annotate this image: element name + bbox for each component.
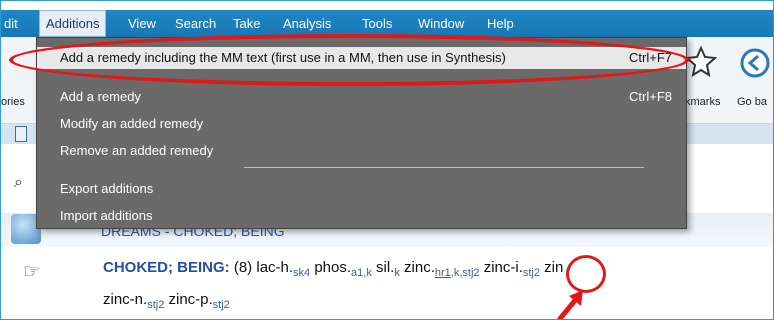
menubar: dit Additions View Search Take Analysis … bbox=[1, 10, 773, 37]
remedy-zinc-n[interactable]: zinc-n.stj2 bbox=[103, 291, 164, 311]
menu-analysis[interactable]: Analysis bbox=[277, 10, 337, 37]
menu-separator bbox=[244, 167, 644, 168]
menu-help[interactable]: Help bbox=[481, 10, 520, 37]
pointing-hand-icon[interactable]: ☞ bbox=[23, 259, 41, 284]
document-icon[interactable] bbox=[15, 126, 27, 142]
remedy-zin-partial[interactable]: zin bbox=[544, 259, 563, 276]
go-back-label[interactable]: Go ba bbox=[737, 96, 767, 108]
menu-tools[interactable]: Tools bbox=[356, 10, 398, 37]
menu-import-additions[interactable]: Import additions bbox=[37, 205, 686, 227]
bookmark-star-icon[interactable] bbox=[685, 45, 717, 77]
menu-edit[interactable]: dit bbox=[1, 10, 24, 37]
remedy-zinc-p[interactable]: zinc-p.stj2 bbox=[168, 291, 229, 311]
toolbar-partial-label[interactable]: ories bbox=[1, 96, 25, 108]
menu-export-additions[interactable]: Export additions bbox=[37, 178, 686, 200]
bookmarks-label[interactable]: kmarks bbox=[685, 96, 720, 108]
menu-add-remedy[interactable]: Add a remedy Ctrl+F8 bbox=[37, 86, 686, 108]
remedy-lac-h[interactable]: lac-h.sk4 bbox=[256, 259, 310, 279]
menu-view[interactable]: View bbox=[122, 10, 162, 37]
rubric-count: (8) bbox=[233, 259, 253, 276]
remedy-zinc[interactable]: zinc.hr1,k,stj2 bbox=[404, 259, 479, 279]
menu-remove-remedy[interactable]: Remove an added remedy bbox=[37, 140, 686, 162]
app-window: dit Additions View Search Take Analysis … bbox=[0, 0, 774, 320]
remedy-sil[interactable]: sil.k bbox=[376, 259, 400, 279]
highlight-ellipse bbox=[9, 34, 689, 86]
search-glyph-icon[interactable]: ⌕ bbox=[14, 174, 23, 192]
menu-window[interactable]: Window bbox=[412, 10, 470, 37]
remedy-zinc-i[interactable]: zinc-i.stj2 bbox=[484, 259, 540, 279]
added-author-link[interactable]: hr1 bbox=[435, 267, 451, 279]
go-back-icon[interactable] bbox=[739, 47, 771, 79]
rubric-line-2: zinc-n.stj2 zinc-p.stj2 bbox=[103, 291, 230, 311]
menu-take[interactable]: Take bbox=[227, 10, 266, 37]
remedy-phos[interactable]: phos.a1,k bbox=[314, 259, 372, 279]
rubric-title[interactable]: CHOKED; BEING: bbox=[103, 259, 230, 276]
rubric-line-1: CHOKED; BEING: (8) lac-h.sk4 phos.a1,k s… bbox=[103, 259, 563, 279]
menu-search[interactable]: Search bbox=[169, 10, 222, 37]
annotation-arrow-icon bbox=[557, 290, 583, 319]
menu-modify-remedy[interactable]: Modify an added remedy bbox=[37, 113, 686, 135]
menu-additions[interactable]: Additions bbox=[39, 10, 107, 37]
